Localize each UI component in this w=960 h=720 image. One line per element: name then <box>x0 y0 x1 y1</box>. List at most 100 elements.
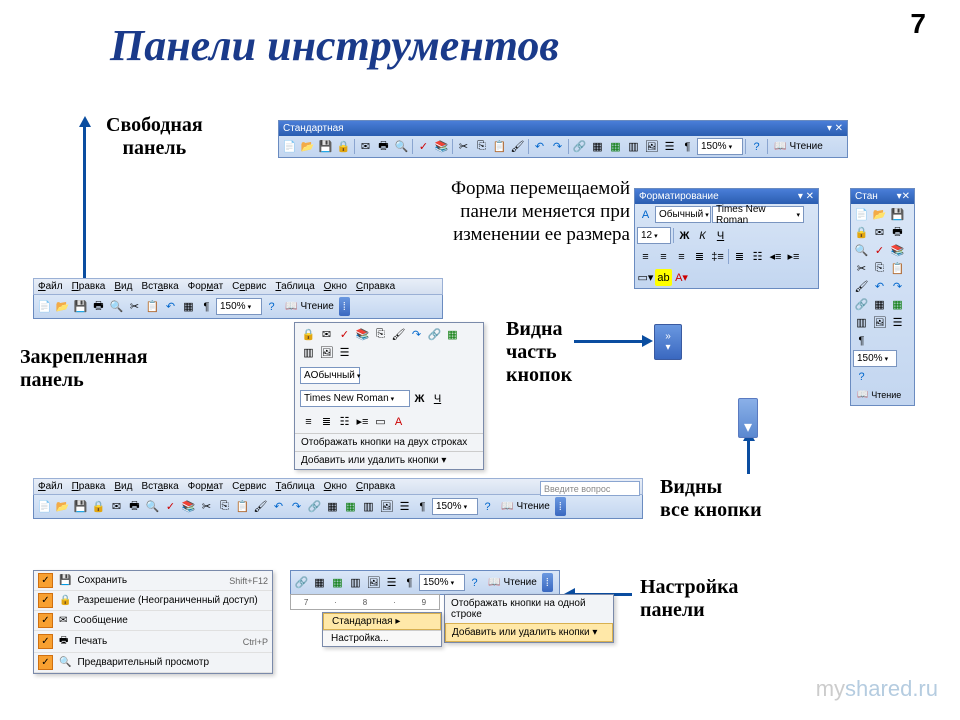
print-icon[interactable]: 🖶 <box>375 138 392 155</box>
table-icon[interactable]: ▦ <box>324 498 341 515</box>
undo-icon[interactable]: ↶ <box>871 278 888 295</box>
pilcrow-icon[interactable]: ¶ <box>853 332 870 349</box>
menu-edit[interactable]: Правка <box>72 281 106 292</box>
new-icon[interactable]: 📄 <box>36 498 53 515</box>
align-left-icon[interactable]: ≡ <box>637 248 654 265</box>
new-icon[interactable]: 📄 <box>36 298 53 315</box>
bold-icon[interactable]: Ж <box>411 390 428 407</box>
zoom-dropdown[interactable]: 150%▾ <box>419 574 465 591</box>
spell-icon[interactable]: ✓ <box>162 498 179 515</box>
toolbar-titlebar[interactable]: Форматирование ▾ ✕ <box>635 189 818 204</box>
align-justify-icon[interactable]: ≣ <box>691 248 708 265</box>
zoom-dropdown[interactable]: 150%▾ <box>432 498 478 515</box>
drawing-icon[interactable]: 🖼 <box>318 344 335 361</box>
excel-icon[interactable]: ▦ <box>444 326 461 343</box>
help-icon[interactable]: ? <box>853 368 870 385</box>
print-icon[interactable]: 🖶 <box>126 498 143 515</box>
zoom-dropdown[interactable]: 150%▾ <box>853 350 897 367</box>
menu-table[interactable]: Таблица <box>275 281 314 292</box>
format-painter-icon[interactable]: 🖌 <box>853 278 870 295</box>
menu-insert[interactable]: Вставка <box>141 481 178 492</box>
format-painter-icon[interactable]: 🖌 <box>252 498 269 515</box>
columns-icon[interactable]: ▥ <box>300 344 317 361</box>
toolbar-overflow-chevron-icon[interactable]: »▾ <box>654 324 682 360</box>
zoom-dropdown[interactable]: 150%▾ <box>216 298 262 315</box>
cut-icon[interactable]: ✂ <box>126 298 143 315</box>
research-icon[interactable]: 📚 <box>354 326 371 343</box>
bullets-icon[interactable]: ☷ <box>749 248 766 265</box>
menu-edit[interactable]: Правка <box>72 481 106 492</box>
highlight-icon[interactable]: ab <box>655 269 672 286</box>
numbering-icon[interactable]: ≣ <box>731 248 748 265</box>
table-icon[interactable]: ▦ <box>871 296 888 313</box>
menu-insert[interactable]: Вставка <box>141 281 178 292</box>
mail-icon[interactable]: ✉ <box>871 224 888 241</box>
print-icon[interactable]: 🖶 <box>889 224 906 241</box>
cut-icon[interactable]: ✂ <box>455 138 472 155</box>
help-icon[interactable]: ? <box>466 574 483 591</box>
paste-icon[interactable]: 📋 <box>889 260 906 277</box>
indent-icon[interactable]: ▸≡ <box>785 248 802 265</box>
toolbar-overflow-icon[interactable]: ⁞ <box>542 573 553 592</box>
hyperlink-icon[interactable]: 🔗 <box>426 326 443 343</box>
docmap-icon[interactable]: ☰ <box>383 574 400 591</box>
help-search-input[interactable]: Введите вопрос <box>540 481 640 496</box>
preview-icon[interactable]: 🔍 <box>393 138 410 155</box>
help-icon[interactable]: ? <box>263 298 280 315</box>
preview-icon[interactable]: 🔍 <box>853 242 870 259</box>
columns-icon[interactable]: ▥ <box>360 498 377 515</box>
open-icon[interactable]: 📂 <box>54 298 71 315</box>
undo-icon[interactable]: ↶ <box>531 138 548 155</box>
new-icon[interactable]: 📄 <box>281 138 298 155</box>
read-mode-button[interactable]: 📖 Чтение <box>770 138 827 155</box>
menu-item-preview[interactable]: ✓ 🔍 Предварительный просмотр <box>34 653 272 673</box>
docmap-icon[interactable]: ☰ <box>889 314 906 331</box>
toolbar-overflow-icon[interactable]: ⁞ <box>555 497 566 516</box>
save-icon[interactable]: 💾 <box>317 138 334 155</box>
fontcolor-icon[interactable]: A▾ <box>673 269 690 286</box>
research-icon[interactable]: 📚 <box>889 242 906 259</box>
hyperlink-icon[interactable]: 🔗 <box>293 574 310 591</box>
drawing-icon[interactable]: 🖼 <box>378 498 395 515</box>
numbering-icon[interactable]: ≣ <box>318 413 335 430</box>
open-icon[interactable]: 📂 <box>871 206 888 223</box>
pilcrow-icon[interactable]: ¶ <box>679 138 696 155</box>
permission-icon[interactable]: 🔒 <box>335 138 352 155</box>
menu-add-remove[interactable]: Добавить или удалить кнопки ▾ <box>295 451 483 469</box>
indent-icon[interactable]: ▸≡ <box>354 413 371 430</box>
docmap-icon[interactable]: ☰ <box>336 344 353 361</box>
menu-one-row[interactable]: Отображать кнопки на одной строке <box>445 595 613 623</box>
menu-view[interactable]: Вид <box>114 281 132 292</box>
menu-item-print[interactable]: ✓ 🖶 Печать Ctrl+P <box>34 631 272 653</box>
menu-item-permission[interactable]: ✓ 🔒 Разрешение (Неограниченный доступ) <box>34 591 272 611</box>
menu-tools[interactable]: Сервис <box>232 481 266 492</box>
menu-add-remove[interactable]: Добавить или удалить кнопки ▾ <box>445 623 613 642</box>
table-icon[interactable]: ▦ <box>180 298 197 315</box>
menu-bar[interactable]: Файл Правка Вид Вставка Формат Сервис Та… <box>33 278 443 295</box>
border-icon[interactable]: ▭▾ <box>637 269 654 286</box>
format-painter-icon[interactable]: 🖌 <box>509 138 526 155</box>
columns-icon[interactable]: ▥ <box>625 138 642 155</box>
align-center-icon[interactable]: ≡ <box>655 248 672 265</box>
excel-icon[interactable]: ▦ <box>607 138 624 155</box>
toolbar-titlebar[interactable]: Стандартная ▾ ✕ <box>279 121 847 136</box>
copy-icon[interactable]: ⎘ <box>871 260 888 277</box>
formatting-toolbar-floating[interactable]: Форматирование ▾ ✕ A Обычный▾ Times New … <box>634 188 819 289</box>
menu-two-rows[interactable]: Отображать кнопки на двух строках <box>295 433 483 451</box>
close-icon[interactable]: ▾✕ <box>897 191 910 202</box>
table-icon[interactable]: ▦ <box>589 138 606 155</box>
menu-item-save[interactable]: ✓ 💾 Сохранить Shift+F12 <box>34 571 272 591</box>
copy-icon[interactable]: ⎘ <box>372 326 389 343</box>
mail-icon[interactable]: ✉ <box>357 138 374 155</box>
help-icon[interactable]: ? <box>479 498 496 515</box>
table-icon[interactable]: ▦ <box>311 574 328 591</box>
cut-icon[interactable]: ✂ <box>198 498 215 515</box>
permission-icon[interactable]: 🔒 <box>90 498 107 515</box>
research-icon[interactable]: 📚 <box>433 138 450 155</box>
menu-file[interactable]: Файл <box>38 281 63 292</box>
align-left-icon[interactable]: ≡ <box>300 413 317 430</box>
close-icon[interactable]: ▾ ✕ <box>827 123 843 134</box>
read-mode-button[interactable]: 📖 Чтение <box>281 298 338 315</box>
permission-icon[interactable]: 🔒 <box>300 326 317 343</box>
docmap-icon[interactable]: ☰ <box>661 138 678 155</box>
